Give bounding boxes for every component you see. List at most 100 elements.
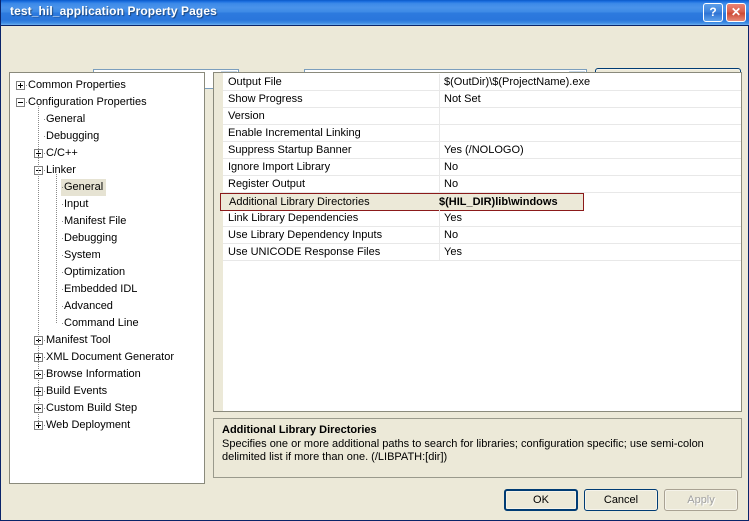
cancel-button[interactable]: Cancel: [584, 489, 658, 511]
property-value[interactable]: $(OutDir)\$(ProjectName).exe: [444, 76, 590, 88]
tree-item-system[interactable]: System: [10, 247, 204, 264]
tree-item-advanced[interactable]: Advanced: [10, 298, 204, 315]
column-splitter[interactable]: [439, 125, 440, 142]
property-tree[interactable]: Common Properties Configuration Propertie…: [9, 72, 205, 484]
tree-item-label: Manifest Tool: [46, 334, 111, 346]
property-row[interactable]: Register Output No: [223, 176, 741, 193]
property-value[interactable]: Yes (/NOLOGO): [444, 144, 524, 156]
collapse-icon[interactable]: [16, 98, 25, 107]
property-value[interactable]: No: [444, 229, 458, 241]
tree-connector: [44, 170, 45, 171]
tree-item-general[interactable]: General: [10, 111, 204, 128]
property-row[interactable]: Output File $(OutDir)\$(ProjectName).exe: [223, 74, 741, 91]
property-row[interactable]: Ignore Import Library No: [223, 159, 741, 176]
tree-connector: [44, 408, 45, 409]
tree-item-manifest-tool[interactable]: Manifest Tool: [10, 332, 204, 349]
property-row[interactable]: Version: [223, 108, 741, 125]
property-row[interactable]: Suppress Startup Banner Yes (/NOLOGO): [223, 142, 741, 159]
tree-item-label: Optimization: [64, 266, 126, 278]
property-row[interactable]: Show Progress Not Set: [223, 91, 741, 108]
tree-item-label: Debugging: [64, 232, 118, 244]
tree-item-label: Linker: [46, 164, 76, 176]
property-value[interactable]: Yes: [444, 212, 462, 224]
tree-item-command-line[interactable]: Command Line: [10, 315, 204, 332]
column-splitter[interactable]: [439, 74, 440, 91]
column-splitter[interactable]: [439, 108, 440, 125]
tree-connector: [62, 272, 63, 273]
close-icon[interactable]: ✕: [726, 3, 746, 22]
tree-item-label: Command Line: [64, 317, 139, 329]
tree-item-linker[interactable]: Linker: [10, 162, 204, 179]
tree-item-label: Custom Build Step: [46, 402, 138, 414]
tree-item-embedded-idl[interactable]: Embedded IDL: [10, 281, 204, 298]
tree-spine: [56, 174, 57, 323]
property-value[interactable]: $(HIL_DIR)lib\windows: [439, 196, 558, 208]
property-row[interactable]: Enable Incremental Linking: [223, 125, 741, 142]
tree-item-browse-information[interactable]: Browse Information: [10, 366, 204, 383]
tree-connector: [62, 187, 63, 188]
grid-left-margin: [214, 73, 223, 411]
property-value[interactable]: Not Set: [444, 93, 481, 105]
tree-connector: [44, 391, 45, 392]
tree-item-common-properties[interactable]: Common Properties: [10, 77, 204, 94]
help-icon[interactable]: ?: [703, 3, 723, 22]
tree-item-web-deployment[interactable]: Web Deployment: [10, 417, 204, 434]
tree-item-label: Embedded IDL: [64, 283, 138, 295]
property-name: Link Library Dependencies: [228, 212, 359, 224]
tree-item-build-events[interactable]: Build Events: [10, 383, 204, 400]
tree-item-configuration-properties[interactable]: Configuration Properties: [10, 94, 204, 111]
property-grid[interactable]: Output File $(OutDir)\$(ProjectName).exe S…: [213, 72, 742, 412]
description-panel: Additional Library Directories Specifies…: [213, 418, 742, 478]
tree-connector: [44, 340, 45, 341]
column-splitter[interactable]: [439, 210, 440, 227]
tree-connector: [62, 204, 63, 205]
property-name: Version: [228, 110, 265, 122]
tree-connector: [44, 425, 45, 426]
tree-item-debugging[interactable]: Debugging: [10, 230, 204, 247]
property-value[interactable]: No: [444, 178, 458, 190]
tree-connector: [62, 323, 63, 324]
tree-item-c-c[interactable]: C/C++: [10, 145, 204, 162]
property-row[interactable]: Additional Library Directories $(HIL_DIR)…: [220, 193, 584, 211]
tree-item-label: Common Properties: [28, 79, 126, 91]
tree-connector: [62, 289, 63, 290]
tree-item-label: XML Document Generator: [46, 351, 174, 363]
property-name: Show Progress: [228, 93, 303, 105]
column-splitter[interactable]: [439, 159, 440, 176]
tree-item-custom-build-step[interactable]: Custom Build Step: [10, 400, 204, 417]
property-name: Additional Library Directories: [229, 196, 370, 208]
ok-button[interactable]: OK: [504, 489, 578, 511]
tree-item-input[interactable]: Input: [10, 196, 204, 213]
column-splitter[interactable]: [439, 176, 440, 193]
property-value[interactable]: Yes: [444, 246, 462, 258]
tree-item-general[interactable]: General: [10, 179, 204, 196]
tree-item-debugging[interactable]: Debugging: [10, 128, 204, 145]
tree-item-label: Debugging: [46, 130, 100, 142]
tree-item-label: General: [61, 179, 107, 196]
column-splitter[interactable]: [439, 91, 440, 108]
property-row[interactable]: Use UNICODE Response Files Yes: [223, 244, 741, 261]
property-value[interactable]: No: [444, 161, 458, 173]
tree-connector: [44, 153, 45, 154]
tree-connector: [62, 306, 63, 307]
expand-icon[interactable]: [16, 81, 25, 90]
property-name: Ignore Import Library: [228, 161, 331, 173]
tree-connector: [26, 85, 27, 86]
tree-item-manifest-file[interactable]: Manifest File: [10, 213, 204, 230]
column-splitter[interactable]: [439, 142, 440, 159]
column-splitter[interactable]: [439, 244, 440, 261]
tree-connector: [62, 238, 63, 239]
tree-item-optimization[interactable]: Optimization: [10, 264, 204, 281]
property-name: Suppress Startup Banner: [228, 144, 352, 156]
property-pages-dialog: test_hil_application Property Pages ? ✕ …: [0, 0, 749, 521]
property-row[interactable]: Link Library Dependencies Yes: [223, 210, 741, 227]
property-name: Use Library Dependency Inputs: [228, 229, 383, 241]
tree-item-label: Web Deployment: [46, 419, 131, 431]
tree-item-label: Advanced: [64, 300, 113, 312]
configuration-bar: Configuration: All Configurations Platfo…: [1, 26, 748, 90]
tree-spine: [38, 106, 39, 425]
tree-item-label: General: [46, 113, 86, 125]
property-row[interactable]: Use Library Dependency Inputs No: [223, 227, 741, 244]
column-splitter[interactable]: [439, 227, 440, 244]
tree-item-xml-document-generator[interactable]: XML Document Generator: [10, 349, 204, 366]
